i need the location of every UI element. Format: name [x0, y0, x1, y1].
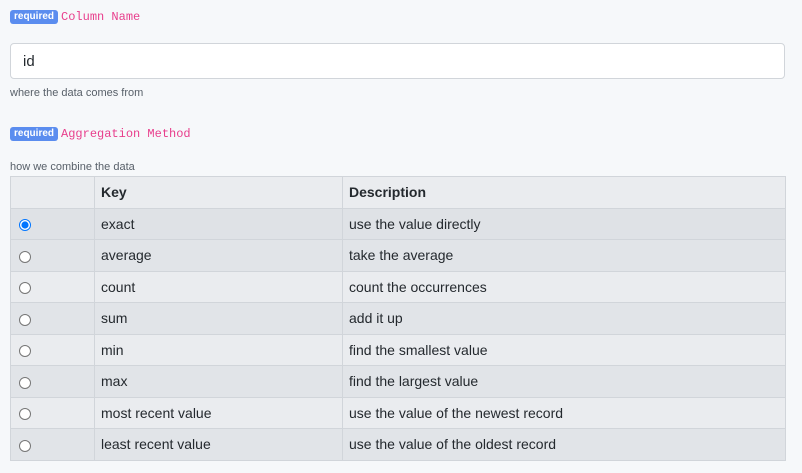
- table-row[interactable]: sum add it up: [10, 302, 786, 335]
- table-row[interactable]: max find the largest value: [10, 365, 786, 398]
- header-description: Description: [342, 176, 786, 209]
- radio-cell: [10, 365, 95, 398]
- aggregation-radio[interactable]: [19, 345, 31, 358]
- table-row[interactable]: min find the smallest value: [10, 333, 786, 366]
- option-description: use the value of the oldest record: [342, 428, 786, 461]
- radio-cell: [10, 270, 95, 303]
- radio-cell: [10, 428, 95, 461]
- aggregation-radio[interactable]: [19, 376, 31, 389]
- option-key: sum: [94, 302, 343, 335]
- option-description: use the value directly: [342, 207, 786, 240]
- option-key: count: [94, 270, 343, 303]
- aggregation-method-title: Aggregation Method: [61, 127, 191, 141]
- column-name-label: required Column Name: [10, 9, 140, 25]
- radio-cell: [10, 302, 95, 335]
- aggregation-radio[interactable]: [19, 408, 31, 421]
- table-row[interactable]: least recent value use the value of the o…: [10, 428, 786, 461]
- aggregation-radio[interactable]: [19, 282, 31, 295]
- table-row[interactable]: average take the average: [10, 239, 786, 272]
- required-badge: required: [10, 127, 59, 141]
- option-description: use the value of the newest record: [342, 396, 786, 429]
- option-key: least recent value: [94, 428, 343, 461]
- column-name-title: Column Name: [61, 10, 141, 24]
- aggregation-radio[interactable]: [19, 219, 31, 232]
- aggregation-radio[interactable]: [19, 313, 31, 326]
- table-header-row: Key Description: [10, 176, 786, 209]
- option-description: count the occurrences: [342, 270, 786, 303]
- option-description: take the average: [342, 239, 786, 272]
- radio-cell: [10, 239, 95, 272]
- table-row[interactable]: count count the occurrences: [10, 270, 786, 303]
- option-key: exact: [94, 207, 343, 240]
- option-key: min: [94, 333, 343, 366]
- header-select: [10, 176, 95, 209]
- required-badge: required: [10, 10, 59, 24]
- aggregation-method-help: how we combine the data: [10, 161, 135, 173]
- form-container: required Column Name where the data come…: [0, 0, 802, 473]
- aggregation-radio[interactable]: [19, 250, 31, 263]
- option-key: average: [94, 239, 343, 272]
- option-key: most recent value: [94, 396, 343, 429]
- column-name-help: where the data comes from: [10, 87, 144, 99]
- aggregation-options-table: Key Description exact use the value direc…: [10, 176, 786, 461]
- table-row[interactable]: most recent value use the value of the ne…: [10, 396, 786, 429]
- column-name-input[interactable]: [10, 43, 785, 79]
- option-description: add it up: [342, 302, 786, 335]
- radio-cell: [10, 396, 95, 429]
- header-key: Key: [94, 176, 343, 209]
- option-description: find the largest value: [342, 365, 786, 398]
- table-row[interactable]: exact use the value directly: [10, 207, 786, 240]
- aggregation-method-label: required Aggregation Method: [10, 126, 191, 142]
- option-key: max: [94, 365, 343, 398]
- aggregation-radio[interactable]: [19, 439, 31, 452]
- radio-cell: [10, 333, 95, 366]
- radio-cell: [10, 207, 95, 240]
- option-description: find the smallest value: [342, 333, 786, 366]
